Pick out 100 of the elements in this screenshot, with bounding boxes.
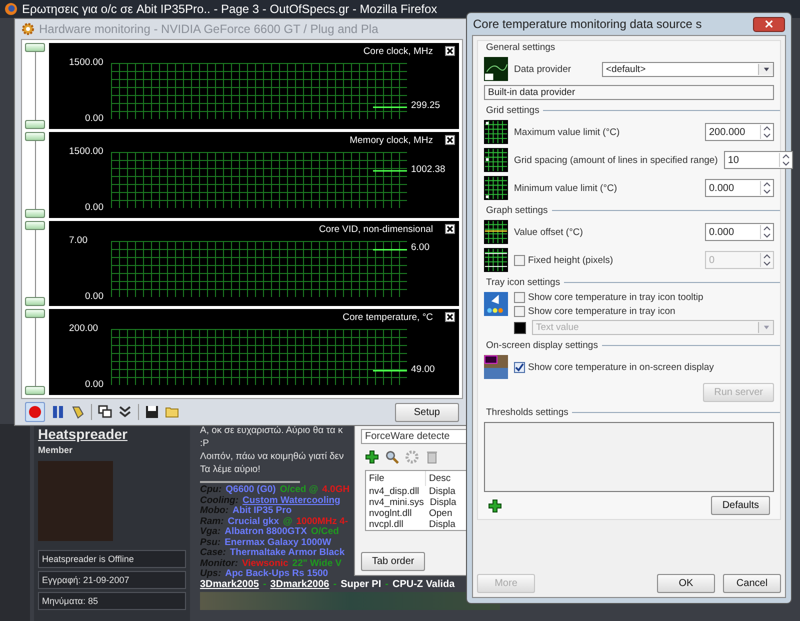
field-label: Data provider: [514, 64, 572, 74]
close-button[interactable]: [753, 16, 785, 32]
checkbox[interactable]: [514, 292, 525, 303]
checkbox-label: Show core temperature in tray icon tooltip: [528, 292, 704, 303]
signature-text: Thermaltake Armor Black: [230, 548, 345, 558]
checkbox-label: Show core temperature in tray icon: [528, 306, 676, 317]
trash-icon[interactable]: [425, 450, 439, 464]
checkbox[interactable]: [514, 254, 525, 266]
section-title: On-screen display settings: [485, 340, 598, 351]
section-title: Tray icon settings: [485, 277, 560, 288]
close-icon[interactable]: [445, 224, 455, 234]
message-text: Λοιπόν, πάω να κοιμηθώ γιατί δεν: [200, 450, 344, 463]
benchmark-text: CPU-Z Valida: [392, 580, 455, 590]
axis-label: 0.00: [85, 113, 104, 124]
spin-arrows-icon[interactable]: [760, 225, 773, 239]
setup-button[interactable]: Setup: [394, 402, 459, 422]
table-cell-text: nv4_disp.dll: [368, 486, 420, 497]
window-title: Hardware monitoring - NVIDIA GeForce 6600 GT / Plug and Pla: [39, 22, 378, 36]
axis-label: 0.00: [85, 379, 104, 390]
username-link[interactable]: Heatspreader: [38, 426, 186, 442]
spin-field[interactable]: 0.000: [705, 223, 774, 241]
provider-description: Built-in data provider: [484, 85, 774, 100]
axis-label: 1500.00: [69, 146, 104, 157]
graph-title: Core VID, non-dimensional: [318, 224, 433, 234]
post-count: Μηνύματα: 85: [38, 592, 186, 610]
signature-text: Viewsonic: [242, 558, 288, 569]
graph-title: Core temperature, °C: [342, 312, 433, 324]
thresholds-list[interactable]: [484, 422, 774, 492]
benchmark-link[interactable]: 3Dmark2006: [270, 580, 330, 590]
spin-arrows-icon[interactable]: [760, 125, 773, 139]
gear-icon: [21, 22, 35, 36]
dialog-button[interactable]: OK: [657, 574, 715, 593]
save-icon[interactable]: [145, 405, 159, 419]
grid-icon: [484, 248, 508, 272]
signature-text: 4.0GH: [322, 485, 350, 496]
tab-order-button[interactable]: Tab order: [361, 552, 426, 571]
grid-icon: [484, 148, 508, 172]
checkbox-label: Show core temperature in on-screen display: [528, 362, 714, 372]
graph-reading: 299.25: [411, 100, 440, 112]
spin-arrows-icon[interactable]: [760, 253, 773, 267]
signature-text: 22" Wide V: [292, 558, 342, 569]
record-button[interactable]: [25, 402, 45, 422]
add-icon[interactable]: [365, 450, 379, 464]
table-cell-text: Displa: [428, 497, 458, 508]
signature-text: Apc Back-Ups Rs 1500: [225, 569, 328, 580]
checkbox[interactable]: [514, 362, 525, 372]
benchmark-link[interactable]: 3Dmark2005: [200, 580, 259, 590]
message-text: :P: [200, 437, 209, 450]
browser-logo-icon: [4, 2, 18, 16]
user-status: Heatspreader is Offline: [38, 550, 186, 568]
table-cell-text: Displa: [428, 519, 456, 530]
graph-reading: 6.00: [411, 242, 430, 254]
defaults-button[interactable]: Defaults: [711, 496, 770, 515]
signature-text: Albatron 8800GTX: [224, 527, 307, 538]
signature-text: 1000MHz 4-: [296, 516, 348, 527]
chevrons-down-icon[interactable]: [118, 405, 132, 419]
table-cell-text: nvcpl.dll: [368, 519, 404, 530]
benchmark-text: -: [262, 580, 266, 590]
signature-text: Q6600 (G0): [226, 485, 276, 496]
spin-arrows-icon[interactable]: [778, 153, 792, 167]
pause-icon[interactable]: [51, 405, 65, 419]
brush-icon[interactable]: [71, 405, 85, 419]
provider-dropdown[interactable]: <default>: [602, 62, 774, 76]
signature-text: O/Ced: [310, 527, 339, 538]
section-title: Graph settings: [485, 205, 548, 216]
dialog-button[interactable]: Cancel: [723, 574, 781, 593]
graph-reading: 49.00: [411, 364, 435, 376]
axis-label: 1500.00: [69, 57, 104, 68]
signature-text: O/ced @: [280, 485, 318, 496]
color-swatch[interactable]: [514, 322, 526, 334]
folder-icon[interactable]: [165, 405, 179, 419]
checkbox[interactable]: [514, 306, 525, 317]
close-icon[interactable]: [445, 134, 455, 145]
osd-icon: [484, 355, 508, 379]
column-header[interactable]: File: [366, 471, 426, 486]
join-date: Εγγραφή: 21-09-2007: [38, 571, 186, 589]
window-title: Ερωτησεις για o/c σε Abit IP35Pro.. - Page 3 - OutOfSpecs.gr - Mozilla Firefox: [22, 2, 438, 16]
grid-icon: [484, 220, 508, 244]
table-cell-text: Open: [428, 508, 454, 519]
windows-icon[interactable]: [98, 405, 112, 419]
close-icon[interactable]: [445, 46, 455, 56]
field-label: Value offset (°C): [514, 226, 584, 238]
spin-field[interactable]: 200.000: [705, 123, 774, 141]
user-rank: Member: [38, 445, 74, 455]
grid-icon: [484, 120, 508, 144]
benchmark-text: -: [385, 580, 388, 590]
search-icon[interactable]: [385, 450, 399, 464]
table-cell-text: Displa: [428, 486, 456, 497]
add-icon[interactable]: [488, 498, 502, 512]
signature-text: Abit IP35 Pro: [232, 506, 292, 516]
benchmark-text: -: [333, 580, 337, 590]
spin-arrows-icon[interactable]: [760, 181, 773, 195]
axis-label: 7.00: [69, 234, 88, 246]
spin-field[interactable]: 0.000: [705, 179, 774, 197]
signature-text: Enermax Galaxy 1000W: [224, 538, 332, 548]
signature-text: @: [282, 516, 292, 527]
close-icon[interactable]: [445, 312, 455, 322]
spin-field[interactable]: 10: [724, 151, 793, 169]
tray-icon: [484, 292, 508, 316]
section-title: Grid settings: [485, 105, 540, 116]
